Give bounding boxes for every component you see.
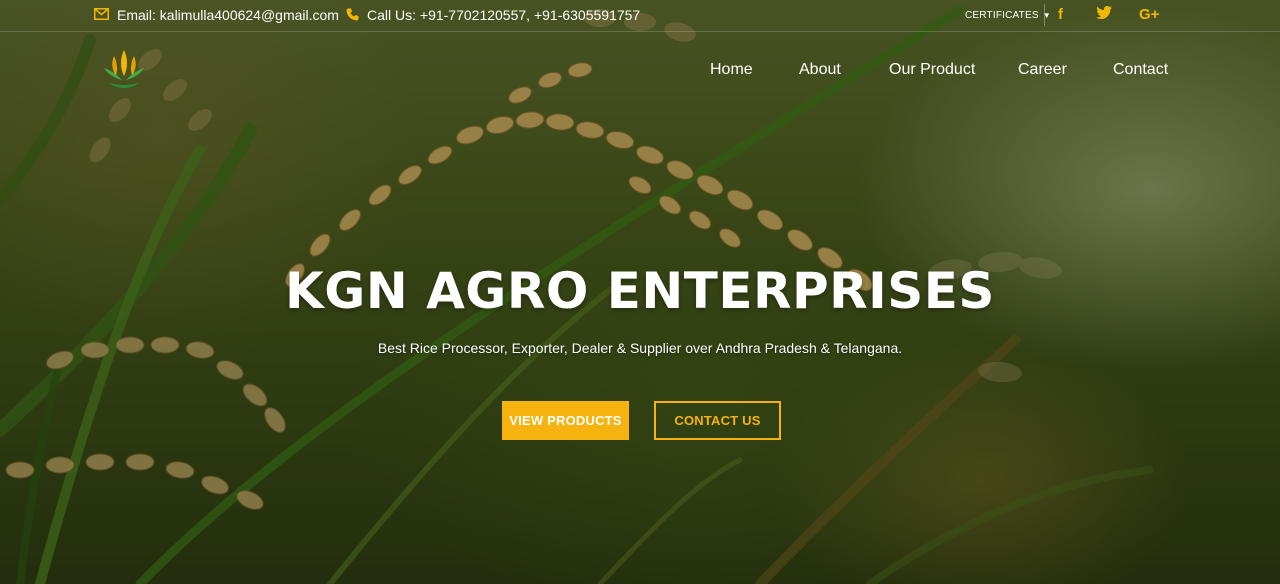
hero-subtitle: Best Rice Processor, Exporter, Dealer & …	[377, 340, 903, 356]
view-products-button[interactable]: VIEW PRODUCTS	[502, 401, 629, 440]
twitter-icon[interactable]	[1096, 6, 1112, 23]
envelope-icon	[94, 8, 109, 22]
topbar-divider	[1044, 4, 1045, 26]
hero-title: KGN AGRO ENTERPRISES	[285, 262, 995, 320]
nav-item-home[interactable]: Home	[710, 61, 753, 79]
nav-item-career[interactable]: Career	[1018, 61, 1067, 79]
site-logo[interactable]	[98, 46, 150, 92]
nav-item-our-product[interactable]: Our Product	[889, 61, 975, 79]
phone-icon	[346, 8, 359, 23]
phone-contact[interactable]: Call Us: +91-7702120557, +91-6305591757	[346, 7, 640, 23]
contact-us-button[interactable]: CONTACT US	[654, 401, 781, 440]
top-bar: Email: kalimulla400624@gmail.com Call Us…	[0, 0, 1280, 32]
facebook-icon[interactable]: f	[1058, 6, 1063, 23]
nav-item-contact[interactable]: Contact	[1113, 61, 1168, 79]
email-text: Email: kalimulla400624@gmail.com	[117, 7, 339, 23]
nav-item-about[interactable]: About	[799, 61, 841, 79]
google-plus-icon[interactable]: G+	[1139, 6, 1159, 23]
certificates-label: CERTIFICATES	[965, 10, 1039, 21]
phone-text: Call Us: +91-7702120557, +91-6305591757	[367, 7, 641, 23]
certificates-dropdown[interactable]: CERTIFICATES ▼	[965, 10, 1051, 21]
email-contact[interactable]: Email: kalimulla400624@gmail.com	[94, 7, 339, 23]
